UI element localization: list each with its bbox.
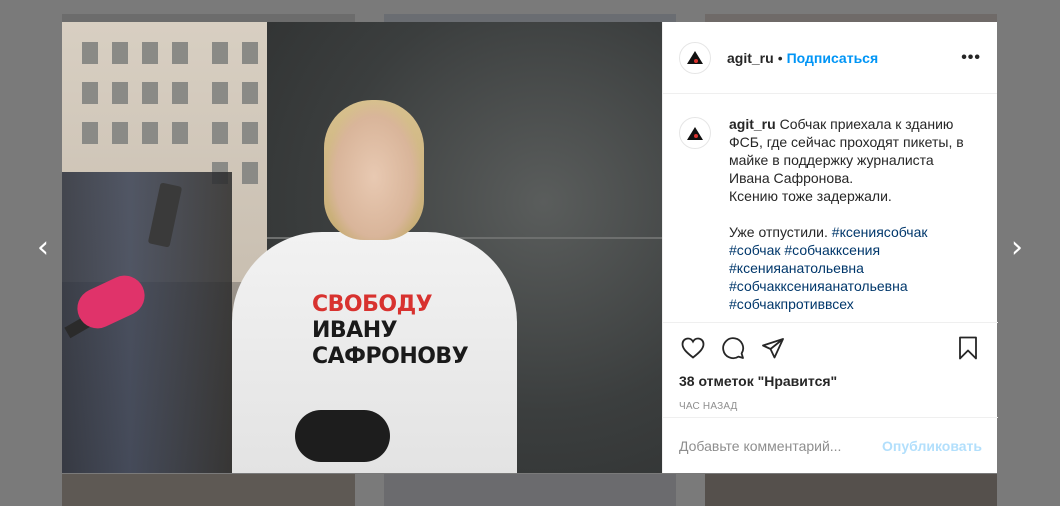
action-icons <box>679 333 982 363</box>
tshirt-print-line: ИВАНУ <box>312 318 398 343</box>
username-link[interactable]: agit_ru <box>727 50 774 66</box>
tshirt-print: СВОБОДУ ИВАНУ САФРОНОВУ <box>312 292 469 370</box>
comment-form: Опубликовать <box>663 417 998 473</box>
comment-input[interactable] <box>679 437 883 454</box>
photo-belt-bag <box>295 410 390 462</box>
feed-tile <box>384 474 676 506</box>
hashtag-link[interactable]: #собчакпротиввсех <box>729 295 979 313</box>
hashtag-link[interactable]: #ксенияанатольевна <box>729 259 979 277</box>
follow-button[interactable]: Подписаться <box>787 50 879 66</box>
avatar[interactable] <box>679 117 711 149</box>
likes-count[interactable]: 38 отметок "Нравится" <box>679 373 982 389</box>
feed-tile <box>62 474 355 506</box>
separator-dot: • <box>777 49 783 66</box>
hashtag-link[interactable]: #ксениясобчак <box>832 224 928 240</box>
caption-line: Ивана Сафронова. <box>729 170 854 186</box>
post-timestamp: ЧАС НАЗАД <box>679 401 738 412</box>
prev-post-arrow-icon[interactable]: ‹ <box>28 233 58 263</box>
bookmark-save-icon[interactable] <box>954 334 982 362</box>
caption-area: agit_ru Собчак приехала к зданию ФСБ, гд… <box>663 95 998 321</box>
like-heart-icon[interactable] <box>679 334 707 362</box>
publish-button[interactable]: Опубликовать <box>882 438 982 454</box>
caption-username-link[interactable]: agit_ru <box>729 116 776 132</box>
caption-line: Уже отпустили. <box>729 224 828 240</box>
share-send-icon[interactable] <box>759 334 787 362</box>
more-options-icon[interactable]: ••• <box>961 49 981 67</box>
next-post-arrow-icon[interactable]: › <box>1002 233 1032 263</box>
caption-line: майке в поддержку журналиста <box>729 152 934 168</box>
post-modal: СВОБОДУ ИВАНУ САФРОНОВУ agit_ru • Подпис… <box>62 22 998 473</box>
post-photo: СВОБОДУ ИВАНУ САФРОНОВУ <box>62 22 662 473</box>
photo-person <box>324 100 424 240</box>
hashtag-link[interactable]: #собчакксения <box>784 242 880 258</box>
feed-tile <box>705 474 997 506</box>
avatar[interactable] <box>679 41 711 74</box>
tshirt-print-line: САФРОНОВУ <box>312 344 469 369</box>
comment-bubble-icon[interactable] <box>719 334 747 362</box>
hashtag-link[interactable]: #собчак <box>729 242 781 258</box>
hashtag-link[interactable]: #собчакксенияанатольевна <box>729 277 979 295</box>
post-actions: 38 отметок "Нравится" ЧАС НАЗАД <box>663 322 998 412</box>
caption-line: ФСБ, где сейчас проходят пикеты, в <box>729 134 964 150</box>
post-caption: agit_ru Собчак приехала к зданию ФСБ, гд… <box>729 115 979 321</box>
caption-line: Ксению тоже задержали. <box>729 188 892 204</box>
post-header: agit_ru • Подписаться ••• <box>663 22 997 94</box>
tshirt-print-line: СВОБОДУ <box>312 292 433 317</box>
caption-line: Собчак приехала к зданию <box>779 116 954 132</box>
post-side-panel: agit_ru • Подписаться ••• agit_ru Собчак… <box>662 22 998 473</box>
